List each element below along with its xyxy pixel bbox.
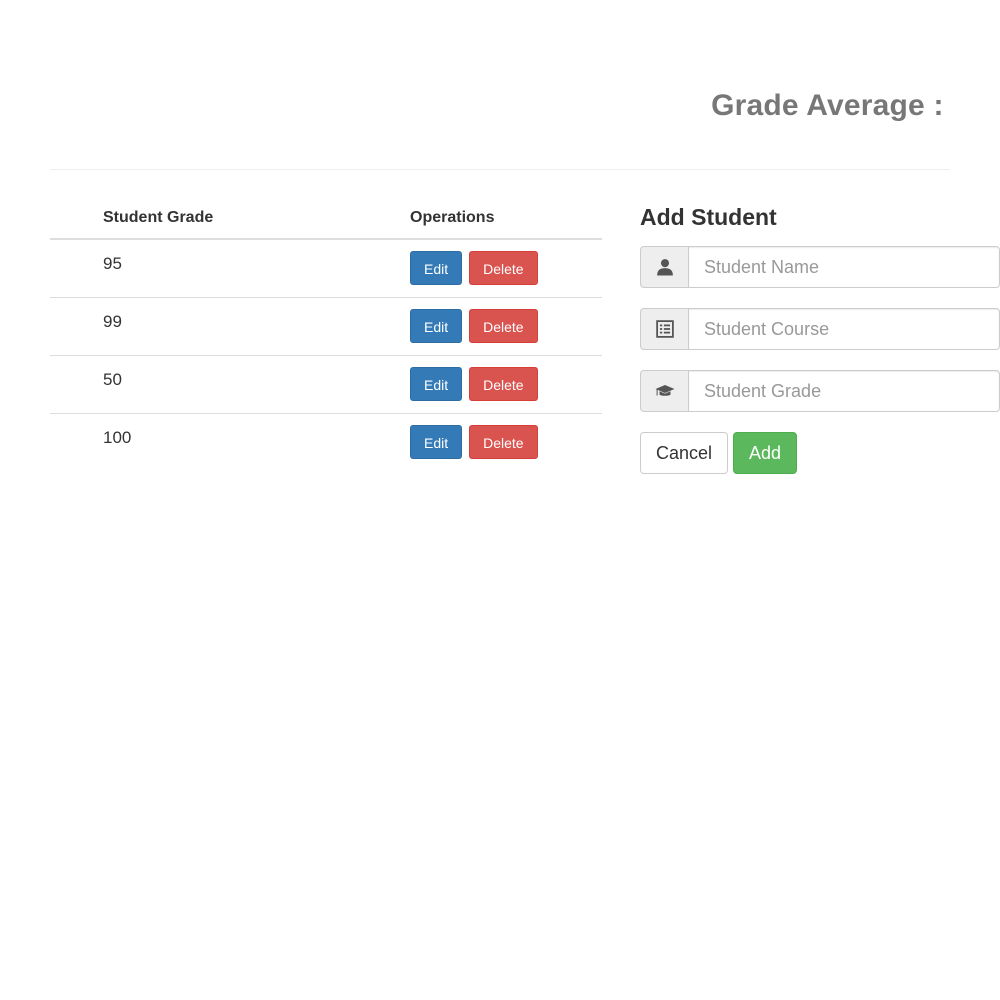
add-button[interactable]: Add bbox=[733, 432, 798, 474]
form-actions: Cancel Add bbox=[640, 432, 1000, 474]
student-name-group bbox=[640, 246, 1000, 288]
edit-button[interactable]: Edit bbox=[410, 251, 463, 285]
edit-button[interactable]: Edit bbox=[410, 425, 463, 459]
page: Grade Average : 8 Student Grade Operatio… bbox=[0, 0, 1000, 1000]
table-row: 50 Edit Delete bbox=[50, 355, 602, 414]
user-icon bbox=[640, 246, 688, 288]
column-header-grade: Student Grade bbox=[50, 198, 410, 240]
grade-cell: 99 bbox=[103, 312, 122, 331]
graduation-cap-icon bbox=[640, 370, 688, 412]
table-row: 99 Edit Delete bbox=[50, 297, 602, 356]
delete-button[interactable]: Delete bbox=[469, 367, 538, 401]
grades-table: Student Grade Operations 95 Edit Delete … bbox=[50, 198, 602, 471]
cancel-button[interactable]: Cancel bbox=[640, 432, 729, 474]
grade-cell: 100 bbox=[103, 428, 132, 447]
edit-button[interactable]: Edit bbox=[410, 309, 463, 343]
student-grade-group bbox=[640, 370, 1000, 412]
edit-button[interactable]: Edit bbox=[410, 367, 463, 401]
add-student-form: Add Student Student Name Student Course … bbox=[640, 202, 1000, 474]
delete-button[interactable]: Delete bbox=[469, 425, 538, 459]
grade-average: Grade Average : 8 bbox=[711, 88, 950, 123]
student-course-group bbox=[640, 308, 1000, 350]
grade-average-label: Grade Average : bbox=[711, 88, 944, 122]
header-divider bbox=[50, 169, 950, 170]
student-name-input[interactable] bbox=[688, 246, 1000, 288]
grade-cell: 95 bbox=[103, 254, 122, 273]
column-header-operations: Operations bbox=[410, 198, 602, 240]
table-row: 95 Edit Delete bbox=[50, 239, 602, 298]
form-title: Add Student bbox=[640, 204, 777, 230]
student-grade-input[interactable] bbox=[688, 370, 1000, 412]
delete-button[interactable]: Delete bbox=[469, 309, 538, 343]
page-header: Grade Average : 8 bbox=[50, 88, 950, 148]
table-header-row: Student Grade Operations bbox=[50, 198, 602, 240]
list-icon bbox=[640, 308, 688, 350]
delete-button[interactable]: Delete bbox=[469, 251, 538, 285]
table-row: 100 Edit Delete bbox=[50, 414, 602, 472]
grade-cell: 50 bbox=[103, 370, 122, 389]
student-course-input[interactable] bbox=[688, 308, 1000, 350]
